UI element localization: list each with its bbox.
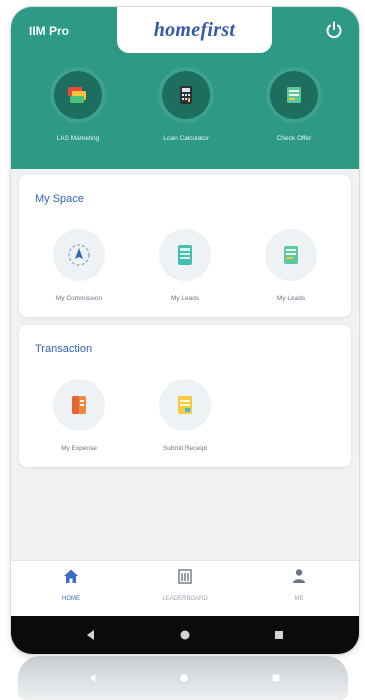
home-icon xyxy=(64,569,78,583)
system-recents-button[interactable] xyxy=(259,616,299,654)
user-icon xyxy=(293,569,305,583)
app-label: IIM Pro xyxy=(29,24,70,38)
system-nav-bar xyxy=(11,616,359,654)
app-header: IIM Pro homefirst LAS Marketing Loan Cal… xyxy=(11,7,359,169)
quick-action-calculator[interactable]: Loan Calculator xyxy=(131,71,241,142)
quick-action-label: LAS Marketing xyxy=(56,135,100,142)
tile-submit-receipt[interactable]: Submit Receipt xyxy=(135,379,235,452)
tile-label: My Leads xyxy=(276,295,306,302)
tile-bubble xyxy=(53,229,105,281)
tile-label: Submit Receipt xyxy=(162,445,208,452)
nav-leaderboard[interactable]: LEADERBOARD xyxy=(145,567,225,602)
my-space-card: My Space My Commission My Leads My Leads xyxy=(19,175,351,317)
commission-icon xyxy=(68,244,90,266)
section-title-transaction: Transaction xyxy=(35,343,93,355)
power-button[interactable] xyxy=(321,17,347,43)
phone-screen: IIM Pro homefirst LAS Marketing Loan Cal… xyxy=(10,6,360,655)
tile-label: My Expense xyxy=(61,445,97,452)
tile-my-commission[interactable]: My Commission xyxy=(29,229,129,302)
quick-action-label: Loan Calculator xyxy=(163,135,209,142)
reflection-recents-icon xyxy=(256,656,296,700)
system-back-button[interactable] xyxy=(71,616,111,654)
reflection-home-icon xyxy=(164,656,204,700)
nav-label: LEADERBOARD xyxy=(162,596,208,602)
tile-label: My Commission xyxy=(55,295,103,302)
nav-label: HOME xyxy=(62,596,80,602)
tile-label: My Leads xyxy=(170,295,200,302)
quick-action-circle xyxy=(54,71,102,119)
tile-my-leads-list[interactable]: My Leads xyxy=(241,229,341,302)
transaction-card: Transaction My Expense Submit Receipt xyxy=(19,325,351,467)
power-icon xyxy=(326,21,342,39)
cards-icon xyxy=(68,87,86,103)
tile-bubble xyxy=(159,379,211,431)
system-home-button[interactable] xyxy=(165,616,205,654)
logo-tab: homefirst xyxy=(117,7,272,53)
receipt-icon xyxy=(178,396,192,414)
building-icon xyxy=(178,569,192,584)
leads-icon xyxy=(178,245,192,265)
quick-action-circle xyxy=(162,71,210,119)
bottom-nav: HOME LEADERBOARD ME xyxy=(11,560,359,617)
quick-action-label: Check Offer xyxy=(276,135,312,142)
tile-bubble xyxy=(53,379,105,431)
quick-action-marketing[interactable]: LAS Marketing xyxy=(23,71,133,142)
tile-my-leads[interactable]: My Leads xyxy=(135,229,235,302)
home-circle-icon xyxy=(180,630,190,640)
homefirst-logo: homefirst xyxy=(153,18,236,41)
quick-action-offer[interactable]: Check Offer xyxy=(239,71,349,142)
reflection-back-icon xyxy=(73,656,113,700)
quick-action-circle xyxy=(270,71,318,119)
recents-square-icon xyxy=(275,631,283,639)
tile-bubble xyxy=(159,229,211,281)
screen-reflection xyxy=(18,656,348,700)
nav-label: ME xyxy=(294,596,304,602)
tile-my-expense[interactable]: My Expense xyxy=(29,379,129,452)
leads-list-icon xyxy=(284,246,298,264)
nav-me[interactable]: ME xyxy=(259,567,339,602)
section-title-my-space: My Space xyxy=(35,193,84,205)
calculator-icon xyxy=(180,86,192,104)
offer-doc-icon xyxy=(287,87,301,103)
back-triangle-icon xyxy=(87,630,94,640)
expense-icon xyxy=(72,396,86,414)
tile-bubble xyxy=(265,229,317,281)
nav-home[interactable]: HOME xyxy=(31,567,111,602)
